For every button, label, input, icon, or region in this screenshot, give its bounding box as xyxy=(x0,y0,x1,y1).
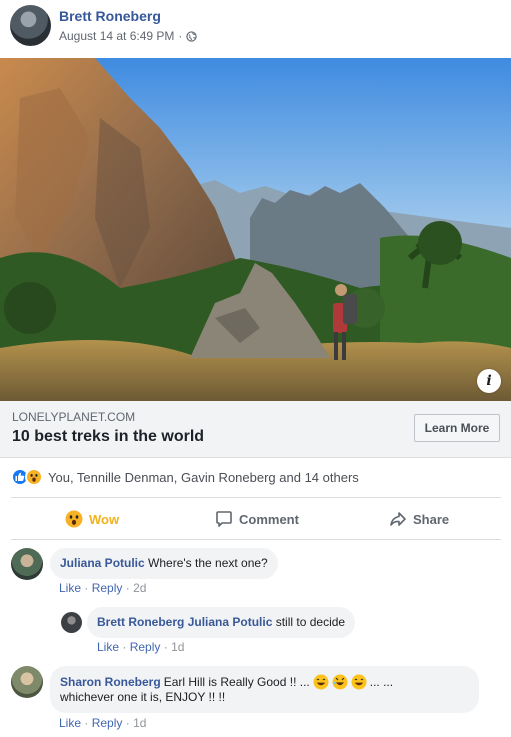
divider xyxy=(11,497,501,498)
like-link[interactable]: Like xyxy=(59,716,81,730)
divider xyxy=(11,539,501,540)
comment-meta: Like · Reply · 2d xyxy=(59,581,146,595)
grin-emoji-icon xyxy=(351,674,367,690)
meta-separator: · xyxy=(178,29,183,43)
link-title[interactable]: 10 best treks in the world xyxy=(12,428,204,446)
meta-separator: · xyxy=(163,640,168,654)
reply-text: still to decide xyxy=(275,615,346,629)
share-icon xyxy=(390,512,406,526)
post-actions: Wow Comment Share xyxy=(0,503,511,535)
reply-bubble: Brett Roneberg Juliana Potulic still to … xyxy=(87,607,356,638)
reply-avatar[interactable] xyxy=(61,612,82,633)
reply-link[interactable]: Reply xyxy=(92,581,123,595)
wow-reaction-button[interactable]: Wow xyxy=(65,503,119,535)
globe-icon[interactable] xyxy=(186,30,198,42)
learn-more-button[interactable]: Learn More xyxy=(414,414,500,442)
share-label: Share xyxy=(413,511,450,527)
post-header: Brett Roneberg August 14 at 6:49 PM · xyxy=(0,0,511,58)
post-meta: August 14 at 6:49 PM · xyxy=(59,29,198,43)
reply-author[interactable]: Brett Roneberg xyxy=(97,615,184,629)
author-avatar[interactable] xyxy=(10,5,51,46)
commenter-avatar[interactable] xyxy=(11,666,43,698)
meta-separator: · xyxy=(125,716,130,730)
comment-meta: Like · Reply · 1d xyxy=(59,716,146,730)
share-button[interactable]: Share xyxy=(389,503,449,535)
author-name[interactable]: Brett Roneberg xyxy=(59,8,161,24)
reactions-summary-text[interactable]: You, Tennille Denman, Gavin Roneberg and… xyxy=(48,470,359,485)
post-photo[interactable]: i xyxy=(0,58,511,401)
comment-text: Earl Hill is Really Good !! ... xyxy=(163,674,310,689)
link-domain: LONELYPLANET.COM xyxy=(12,410,136,424)
wow-icon xyxy=(65,510,83,528)
comment-label: Comment xyxy=(239,511,299,527)
wow-label: Wow xyxy=(89,511,120,527)
like-link[interactable]: Like xyxy=(59,581,81,595)
meta-separator: · xyxy=(84,581,89,595)
comment-icon xyxy=(216,511,232,527)
reply-link[interactable]: Reply xyxy=(92,716,123,730)
comment-line-1: Sharon Roneberg Earl Hill is Really Good… xyxy=(60,674,469,690)
comment-bubble: Sharon Roneberg Earl Hill is Really Good… xyxy=(50,666,479,713)
meta-separator: · xyxy=(125,581,130,595)
comment-text: Where's the next one? xyxy=(148,556,268,570)
comment-age[interactable]: 2d xyxy=(133,581,146,595)
meta-separator: · xyxy=(84,716,89,730)
reply-meta: Like · Reply · 1d xyxy=(97,640,184,654)
mention-link[interactable]: Juliana Potulic xyxy=(188,615,273,629)
wow-icon xyxy=(25,468,43,486)
like-link[interactable]: Like xyxy=(97,640,119,654)
reply-age[interactable]: 1d xyxy=(171,640,184,654)
comment-author[interactable]: Sharon Roneberg xyxy=(60,675,161,690)
comment-author[interactable]: Juliana Potulic xyxy=(60,556,145,570)
reactions-summary[interactable]: You, Tennille Denman, Gavin Roneberg and… xyxy=(11,466,359,488)
meta-separator: · xyxy=(122,640,127,654)
comment-bubble: Juliana Potulic Where's the next one? xyxy=(50,548,278,579)
comment-text-end: ... ... xyxy=(369,674,394,689)
mountain-landscape-image xyxy=(0,58,511,401)
rofl-emoji-icon xyxy=(332,674,348,690)
comment-age[interactable]: 1d xyxy=(133,716,146,730)
commenter-avatar[interactable] xyxy=(11,548,43,580)
link-preview[interactable]: LONELYPLANET.COM 10 best treks in the wo… xyxy=(0,401,511,458)
post-timestamp[interactable]: August 14 at 6:49 PM xyxy=(59,29,174,43)
info-icon[interactable]: i xyxy=(477,369,501,393)
comment-line-2: whichever one it is, ENJOY !! !! xyxy=(60,690,226,704)
grin-emoji-icon xyxy=(313,674,329,690)
reply-link[interactable]: Reply xyxy=(130,640,161,654)
comment-button[interactable]: Comment xyxy=(215,503,299,535)
